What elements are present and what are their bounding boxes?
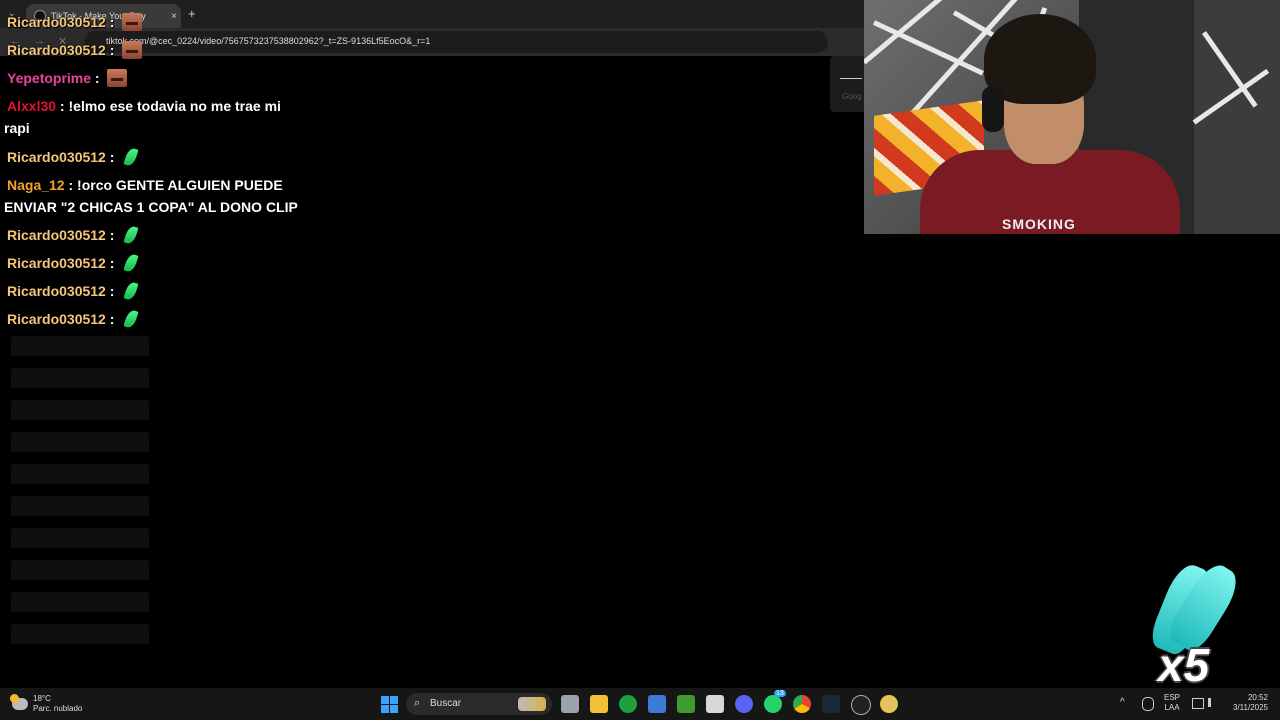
microphone-icon[interactable] (1142, 697, 1154, 711)
discord-icon[interactable] (735, 695, 753, 713)
minecraft-icon[interactable] (677, 695, 695, 713)
chat-message: Ricardo030512 : (4, 11, 143, 33)
chat-message: Ricardo030512 : (4, 39, 143, 61)
chat-placeholder-row (11, 560, 149, 580)
chat-separator: : (105, 227, 119, 243)
chat-username: Naga_12 (7, 177, 65, 193)
clock[interactable]: 20:52 3/11/2025 (1228, 693, 1268, 713)
new-tab-button[interactable]: + (188, 6, 196, 21)
whatsapp-badge: 13 (774, 690, 786, 697)
chat-placeholder-row (11, 432, 149, 452)
chat-username: Ricardo030512 (7, 149, 106, 165)
emote-leaf-icon (124, 148, 138, 166)
file-explorer-icon[interactable] (590, 695, 608, 713)
search-icon: ⌕ (414, 697, 421, 709)
chat-username: Ricardo030512 (7, 283, 106, 299)
search-label: Buscar (430, 698, 462, 709)
weather-condition: Parc. nublado (33, 704, 83, 713)
chat-separator: : (105, 149, 119, 165)
chat-placeholder-row (11, 496, 149, 516)
tab-close-button[interactable]: × (167, 11, 181, 22)
chat-message: Ricardo030512 : (4, 252, 138, 274)
app-icon[interactable] (706, 695, 724, 713)
chat-separator: : (105, 14, 119, 30)
obs-icon[interactable] (851, 695, 871, 715)
clock-date: 3/11/2025 (1233, 703, 1268, 712)
keyboard-layout: LAA (1164, 703, 1180, 712)
chat-separator: : (105, 283, 119, 299)
chat-username: Yepetoprime (7, 70, 92, 86)
cloud-sun-icon (10, 694, 28, 710)
emote-leaf-icon (124, 254, 138, 272)
chrome-icon[interactable] (793, 695, 811, 713)
chat-placeholder-row (11, 528, 149, 548)
emote-face-icon (122, 41, 143, 59)
side-panel-divider (840, 78, 862, 79)
language-code: ESP (1164, 693, 1181, 702)
side-panel-text: Goog (842, 92, 862, 101)
app-round-icon[interactable] (880, 695, 898, 713)
whatsapp-icon[interactable]: 13 (764, 690, 786, 713)
chat-username: Ricardo030512 (7, 311, 106, 327)
chat-placeholder-row (11, 464, 149, 484)
clock-time: 20:52 (1247, 693, 1268, 702)
chat-text: !orco GENTE ALGUIEN PUEDE (77, 177, 283, 193)
language-indicator[interactable]: ESP LAA (1164, 693, 1180, 713)
chat-placeholder-row (11, 624, 149, 644)
chat-username: Alxxl30 (7, 98, 57, 114)
chat-text: !elmo ese todavia no me trae mi (68, 98, 281, 114)
store-icon[interactable] (648, 695, 666, 713)
chat-message: Naga_12 : !orco GENTE ALGUIEN PUEDE ENVI… (4, 174, 298, 218)
taskbar-search[interactable]: ⌕ Buscar (406, 693, 552, 715)
chat-username: Ricardo030512 (7, 255, 106, 271)
volume-icon[interactable] (1208, 698, 1221, 707)
multiplier-label: x5 (1158, 639, 1210, 691)
search-highlight-icon (518, 697, 546, 711)
chat-placeholder-row (11, 592, 149, 612)
chat-separator: : (64, 177, 78, 193)
side-panel[interactable]: Goog (830, 56, 864, 112)
chat-text-continued: ENVIAR "2 CHICAS 1 COPA" AL DONO CLIP (4, 199, 298, 215)
chat-username: Ricardo030512 (7, 14, 106, 30)
emote-leaf-icon (124, 310, 138, 328)
chat-message: Ricardo030512 : (4, 146, 138, 168)
weather-temperature: 18°C (33, 694, 51, 703)
emote-face-icon (107, 69, 128, 87)
address-url[interactable]: tiktok.com/@cec_0224/video/7567573237538… (106, 36, 430, 46)
windows-start-icon[interactable] (381, 696, 398, 713)
chat-message: Ricardo030512 : (4, 224, 138, 246)
headphones-icon (982, 86, 1004, 132)
chat-username: Ricardo030512 (7, 227, 106, 243)
chat-message: Ricardo030512 : (4, 280, 138, 302)
chat-separator: : (105, 311, 119, 327)
chat-message: Alxxl30 : !elmo ese todavia no me trae m… (4, 95, 281, 139)
xbox-icon[interactable] (619, 695, 637, 713)
chat-separator: : (56, 98, 69, 114)
chat-separator: : (105, 255, 119, 271)
chat-message: Ricardo030512 : (4, 308, 138, 330)
chat-separator: : (105, 42, 119, 58)
webcam-feed: SMOKING (864, 0, 1280, 234)
emote-leaf-icon (124, 226, 138, 244)
chat-username: Ricardo030512 (7, 42, 106, 58)
chat-placeholder-row (11, 368, 149, 388)
chat-text-continued: rapi (4, 120, 30, 136)
task-view-icon[interactable] (561, 695, 579, 713)
weather-widget[interactable]: 18°C Parc. nublado (10, 694, 83, 714)
taskbar: 18°C Parc. nublado (0, 688, 1280, 720)
emote-face-icon (122, 13, 143, 31)
emote-leaf-icon (124, 282, 138, 300)
chat-message: Yepetoprime : (4, 67, 128, 89)
network-icon[interactable] (1192, 698, 1204, 709)
chat-placeholder-row (11, 336, 149, 356)
chat-separator: : (91, 70, 104, 86)
chat-placeholder-row (11, 400, 149, 420)
tray-chevron-icon[interactable]: ^ (1120, 698, 1125, 708)
right-wall (1192, 0, 1280, 234)
shirt-text: SMOKING (1002, 216, 1076, 232)
steam-icon[interactable] (822, 695, 840, 713)
